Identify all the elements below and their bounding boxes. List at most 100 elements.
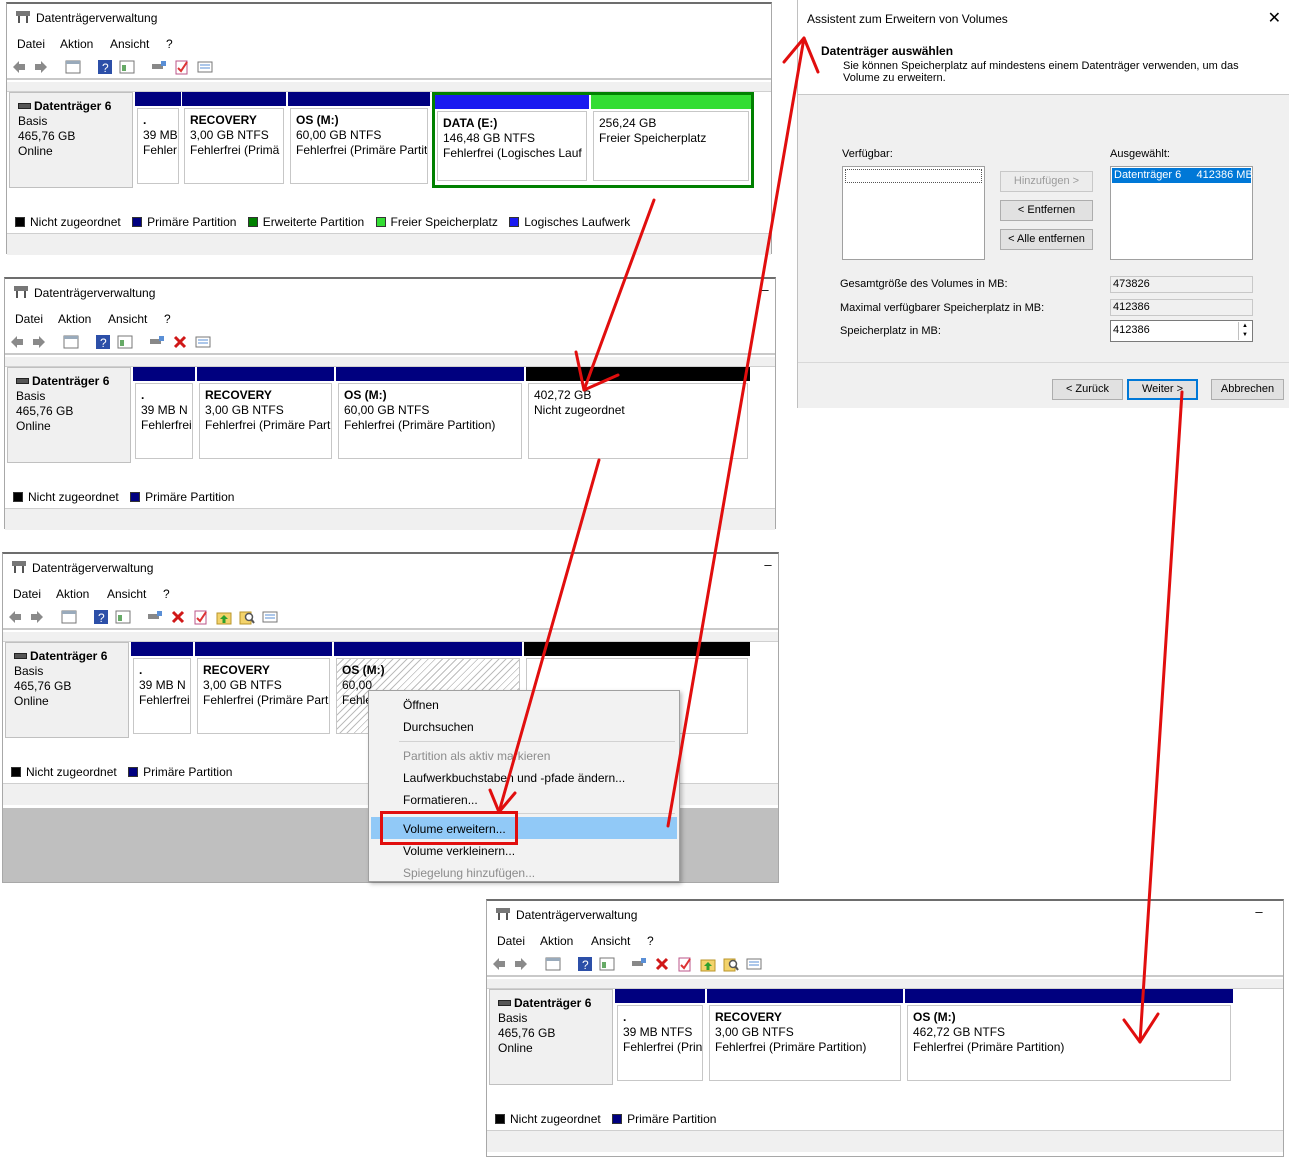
help-icon[interactable]: ?: [577, 956, 593, 972]
connect-disk-icon[interactable]: [147, 609, 163, 625]
toolbar: ?: [487, 951, 1283, 977]
settings-icon[interactable]: [746, 956, 762, 972]
help-icon[interactable]: ?: [93, 609, 109, 625]
partition-os[interactable]: OS (M:) 60,00 GB NTFS Fehlerfrei (Primäre …: [288, 92, 430, 188]
partition-system[interactable]: . 39 MB N Fehlerfrei: [133, 367, 195, 463]
selected-disk-item[interactable]: Datenträger 6 412386 MB: [1112, 168, 1253, 183]
search-folder-icon[interactable]: [239, 609, 255, 625]
partition-recovery[interactable]: RECOVERY 3,00 GB NTFS Fehlerfrei (Primäre …: [707, 989, 903, 1085]
menu-datei[interactable]: Datei: [15, 312, 43, 326]
console-tree-icon[interactable]: [61, 609, 77, 625]
properties-icon[interactable]: [119, 59, 135, 75]
partition-system[interactable]: . 39 MB N Fehlerfrei: [131, 642, 193, 738]
partition-os[interactable]: OS (M:) 60,00 GB NTFS Fehlerfrei (Primäre …: [336, 367, 524, 463]
menu-item-format[interactable]: Formatieren...: [403, 793, 478, 807]
partition-system[interactable]: . 39 MB NTFS Fehlerfrei (Prin: [615, 989, 705, 1085]
menu-aktion[interactable]: Aktion: [60, 37, 93, 51]
partition-recovery[interactable]: RECOVERY 3,00 GB NTFS Fehlerfrei (Primäre …: [197, 367, 334, 463]
partition-status: Fehlerfrei: [139, 693, 190, 707]
menu-datei[interactable]: Datei: [17, 37, 45, 51]
disk-info[interactable]: Datenträger 6 Basis 465,76 GB Online: [7, 367, 131, 463]
checklist-icon[interactable]: [174, 59, 190, 75]
available-listbox[interactable]: [842, 166, 985, 260]
disk-info[interactable]: Datenträger 6 Basis 465,76 GB Online: [489, 989, 613, 1085]
forward-arrow-icon[interactable]: [31, 334, 47, 350]
partition-free-space[interactable]: 256,24 GB Freier Speicherplatz: [591, 95, 751, 185]
settings-icon[interactable]: [262, 609, 278, 625]
partition-data[interactable]: DATA (E:) 146,48 GB NTFS Fehlerfrei (Logis…: [435, 95, 589, 185]
partition-recovery[interactable]: RECOVERY 3,00 GB NTFS Fehlerfrei (Primäre …: [195, 642, 332, 738]
legend-label: Nicht zugeordnet: [26, 765, 117, 779]
properties-icon[interactable]: [599, 956, 615, 972]
back-arrow-icon[interactable]: [9, 334, 25, 350]
delete-x-icon[interactable]: [654, 956, 670, 972]
disk-drive-icon: [14, 653, 27, 659]
forward-arrow-icon[interactable]: [513, 956, 529, 972]
space-spinner[interactable]: 412386 ▲ ▼: [1110, 320, 1253, 342]
spin-up-icon[interactable]: ▲: [1239, 322, 1251, 331]
menu-aktion[interactable]: Aktion: [540, 934, 573, 948]
spin-down-icon[interactable]: ▼: [1239, 331, 1251, 340]
menu-help[interactable]: ?: [163, 587, 170, 601]
menu-help[interactable]: ?: [164, 312, 171, 326]
menu-item-open[interactable]: Öffnen: [403, 698, 439, 712]
search-folder-icon[interactable]: [723, 956, 739, 972]
remove-all-button[interactable]: < Alle entfernen: [1000, 229, 1093, 250]
menu-help[interactable]: ?: [647, 934, 654, 948]
menu-ansicht[interactable]: Ansicht: [108, 312, 147, 326]
spinner-arrows[interactable]: ▲ ▼: [1238, 322, 1251, 340]
console-tree-icon[interactable]: [65, 59, 81, 75]
menu-item-explore[interactable]: Durchsuchen: [403, 720, 474, 734]
menu-ansicht[interactable]: Ansicht: [107, 587, 146, 601]
connect-disk-icon[interactable]: [631, 956, 647, 972]
checklist-icon[interactable]: [193, 609, 209, 625]
checklist-icon[interactable]: [677, 956, 693, 972]
settings-icon[interactable]: [195, 334, 211, 350]
back-arrow-icon[interactable]: [11, 59, 27, 75]
menu-aktion[interactable]: Aktion: [56, 587, 89, 601]
menu-aktion[interactable]: Aktion: [58, 312, 91, 326]
back-arrow-icon[interactable]: [7, 609, 23, 625]
properties-icon[interactable]: [117, 334, 133, 350]
forward-arrow-icon[interactable]: [33, 59, 49, 75]
console-tree-icon[interactable]: [63, 334, 79, 350]
total-size-label: Gesamtgröße des Volumes in MB:: [840, 278, 1008, 290]
disk-info[interactable]: Datenträger 6 Basis 465,76 GB Online: [9, 92, 133, 188]
minimize-icon[interactable]: –: [755, 282, 775, 297]
folder-up-icon[interactable]: [700, 956, 716, 972]
help-icon[interactable]: ?: [95, 334, 111, 350]
folder-up-icon[interactable]: [216, 609, 232, 625]
minimize-icon[interactable]: –: [758, 557, 778, 572]
menu-datei[interactable]: Datei: [13, 587, 41, 601]
close-icon[interactable]: ✕: [1268, 8, 1281, 28]
partition-os[interactable]: OS (M:) 462,72 GB NTFS Fehlerfrei (Primäre…: [905, 989, 1233, 1085]
partition-name: RECOVERY: [205, 388, 272, 402]
delete-x-icon[interactable]: [170, 609, 186, 625]
menu-item-change-drive-letter[interactable]: Laufwerkbuchstaben und -pfade ändern...: [403, 771, 625, 785]
connect-disk-icon[interactable]: [151, 59, 167, 75]
partition-recovery[interactable]: RECOVERY 3,00 GB NTFS Fehlerfrei (Primä: [182, 92, 286, 188]
menu-item-shrink-volume[interactable]: Volume verkleinern...: [403, 844, 515, 858]
properties-icon[interactable]: [115, 609, 131, 625]
menu-help[interactable]: ?: [166, 37, 173, 51]
console-tree-icon[interactable]: [545, 956, 561, 972]
connect-disk-icon[interactable]: [149, 334, 165, 350]
delete-x-icon[interactable]: [172, 334, 188, 350]
disk-info[interactable]: Datenträger 6 Basis 465,76 GB Online: [5, 642, 129, 738]
minimize-icon[interactable]: –: [1249, 904, 1269, 919]
next-button[interactable]: Weiter >: [1127, 379, 1198, 400]
partition-system[interactable]: . 39 MB Fehler: [135, 92, 181, 188]
settings-icon[interactable]: [197, 59, 213, 75]
forward-arrow-icon[interactable]: [29, 609, 45, 625]
help-icon[interactable]: ?: [97, 59, 113, 75]
selected-listbox[interactable]: Datenträger 6 412386 MB: [1110, 166, 1253, 260]
cancel-button[interactable]: Abbrechen: [1211, 379, 1284, 400]
partition-unallocated[interactable]: 402,72 GB Nicht zugeordnet: [526, 367, 750, 463]
extended-partition[interactable]: DATA (E:) 146,48 GB NTFS Fehlerfrei (Logis…: [432, 92, 754, 188]
back-arrow-icon[interactable]: [491, 956, 507, 972]
remove-button[interactable]: < Entfernen: [1000, 200, 1093, 221]
menu-ansicht[interactable]: Ansicht: [591, 934, 630, 948]
back-button[interactable]: < Zurück: [1052, 379, 1123, 400]
menu-datei[interactable]: Datei: [497, 934, 525, 948]
menu-ansicht[interactable]: Ansicht: [110, 37, 149, 51]
